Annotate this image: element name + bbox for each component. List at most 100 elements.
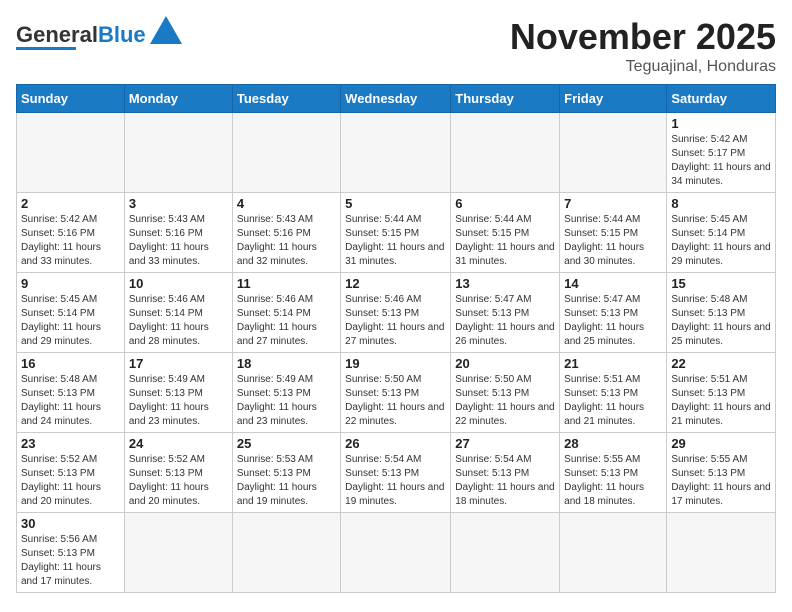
- day-info-18: Sunrise: 5:49 AMSunset: 5:13 PMDaylight:…: [237, 373, 336, 429]
- day-cell-29: 29 Sunrise: 5:55 AMSunset: 5:13 PMDayligh…: [667, 433, 776, 513]
- day-cell-10: 10 Sunrise: 5:46 AMSunset: 5:14 PMDayligh…: [124, 273, 232, 353]
- day-cell-27: 27 Sunrise: 5:54 AMSunset: 5:13 PMDayligh…: [451, 433, 560, 513]
- header-sunday: Sunday: [17, 85, 125, 113]
- header-tuesday: Tuesday: [232, 85, 340, 113]
- day-number-21: 21: [564, 356, 662, 371]
- day-cell-6: 6 Sunrise: 5:44 AMSunset: 5:15 PMDaylight…: [451, 193, 560, 273]
- calendar-row-5: 23Sunrise: 5:52 AMSunset: 5:13 PMDayligh…: [17, 433, 776, 513]
- header-monday: Monday: [124, 85, 232, 113]
- day-cell-11: 11Sunrise: 5:46 AMSunset: 5:14 PMDayligh…: [232, 273, 340, 353]
- day-info-10: Sunrise: 5:46 AMSunset: 5:14 PMDaylight:…: [129, 293, 228, 349]
- day-info-29: Sunrise: 5:55 AMSunset: 5:13 PMDaylight:…: [671, 453, 771, 509]
- day-cell-21: 21 Sunrise: 5:51 AMSunset: 5:13 PMDayligh…: [560, 353, 667, 433]
- day-number-16: 16: [21, 356, 120, 371]
- empty-cell: [17, 113, 125, 193]
- day-cell-24: 24Sunrise: 5:52 AMSunset: 5:13 PMDayligh…: [124, 433, 232, 513]
- day-info-4: Sunrise: 5:43 AMSunset: 5:16 PMDaylight:…: [237, 213, 336, 269]
- weekday-header-row: Sunday Monday Tuesday Wednesday Thursday…: [17, 85, 776, 113]
- empty-cell: [232, 113, 340, 193]
- day-cell-17: 17Sunrise: 5:49 AMSunset: 5:13 PMDayligh…: [124, 353, 232, 433]
- logo-underline: [16, 47, 76, 50]
- day-cell-5: 5Sunrise: 5:44 AMSunset: 5:15 PMDaylight…: [341, 193, 451, 273]
- day-number-14: 14: [564, 276, 662, 291]
- day-cell-30: 30 Sunrise: 5:56 AMSunset: 5:13 PMDayligh…: [17, 513, 125, 593]
- day-number-6: 6: [455, 196, 555, 211]
- day-number-24: 24: [129, 436, 228, 451]
- day-number-19: 19: [345, 356, 446, 371]
- day-cell-8: 8 Sunrise: 5:45 AMSunset: 5:14 PMDaylight…: [667, 193, 776, 273]
- day-number-26: 26: [345, 436, 446, 451]
- day-number-28: 28: [564, 436, 662, 451]
- calendar-table: Sunday Monday Tuesday Wednesday Thursday…: [16, 84, 776, 593]
- day-info-12: Sunrise: 5:46 AMSunset: 5:13 PMDaylight:…: [345, 293, 446, 349]
- day-cell-26: 26 Sunrise: 5:54 AMSunset: 5:13 PMDayligh…: [341, 433, 451, 513]
- empty-cell: [560, 513, 667, 593]
- day-info-21: Sunrise: 5:51 AMSunset: 5:13 PMDaylight:…: [564, 373, 662, 429]
- day-info-11: Sunrise: 5:46 AMSunset: 5:14 PMDaylight:…: [237, 293, 336, 349]
- day-info-2: Sunrise: 5:42 AMSunset: 5:16 PMDaylight:…: [21, 213, 120, 269]
- day-cell-3: 3Sunrise: 5:43 AMSunset: 5:16 PMDaylight…: [124, 193, 232, 273]
- day-number-30: 30: [21, 516, 120, 531]
- day-info-26: Sunrise: 5:54 AMSunset: 5:13 PMDaylight:…: [345, 453, 446, 509]
- day-info-22: Sunrise: 5:51 AMSunset: 5:13 PMDaylight:…: [671, 373, 771, 429]
- day-number-7: 7: [564, 196, 662, 211]
- day-cell-9: 9 Sunrise: 5:45 AMSunset: 5:14 PMDaylight…: [17, 273, 125, 353]
- day-info-30: Sunrise: 5:56 AMSunset: 5:13 PMDaylight:…: [21, 533, 120, 589]
- day-number-2: 2: [21, 196, 120, 211]
- location-title: Teguajinal, Honduras: [510, 58, 776, 76]
- day-info-16: Sunrise: 5:48 AMSunset: 5:13 PMDaylight:…: [21, 373, 120, 429]
- day-info-9: Sunrise: 5:45 AMSunset: 5:14 PMDaylight:…: [21, 293, 120, 349]
- day-cell-16: 16 Sunrise: 5:48 AMSunset: 5:13 PMDayligh…: [17, 353, 125, 433]
- day-cell-13: 13Sunrise: 5:47 AMSunset: 5:13 PMDayligh…: [451, 273, 560, 353]
- day-info-13: Sunrise: 5:47 AMSunset: 5:13 PMDaylight:…: [455, 293, 555, 349]
- calendar-row-1: 1 Sunrise: 5:42 AMSunset: 5:17 PMDaylight…: [17, 113, 776, 193]
- day-info-15: Sunrise: 5:48 AMSunset: 5:13 PMDaylight:…: [671, 293, 771, 349]
- header-saturday: Saturday: [667, 85, 776, 113]
- empty-cell: [341, 113, 451, 193]
- day-cell-2: 2 Sunrise: 5:42 AMSunset: 5:16 PMDaylight…: [17, 193, 125, 273]
- calendar-row-2: 2 Sunrise: 5:42 AMSunset: 5:16 PMDaylight…: [17, 193, 776, 273]
- day-cell-12: 12 Sunrise: 5:46 AMSunset: 5:13 PMDayligh…: [341, 273, 451, 353]
- empty-cell: [667, 513, 776, 593]
- day-number-22: 22: [671, 356, 771, 371]
- day-cell-28: 28Sunrise: 5:55 AMSunset: 5:13 PMDayligh…: [560, 433, 667, 513]
- day-cell-7: 7 Sunrise: 5:44 AMSunset: 5:15 PMDaylight…: [560, 193, 667, 273]
- day-cell-1: 1 Sunrise: 5:42 AMSunset: 5:17 PMDaylight…: [667, 113, 776, 193]
- day-info-20: Sunrise: 5:50 AMSunset: 5:13 PMDaylight:…: [455, 373, 555, 429]
- day-number-1: 1: [671, 116, 771, 131]
- day-info-6: Sunrise: 5:44 AMSunset: 5:15 PMDaylight:…: [455, 213, 555, 269]
- day-number-8: 8: [671, 196, 771, 211]
- day-number-12: 12: [345, 276, 446, 291]
- day-number-25: 25: [237, 436, 336, 451]
- day-cell-4: 4 Sunrise: 5:43 AMSunset: 5:16 PMDaylight…: [232, 193, 340, 273]
- logo-text: GeneralBlue: [16, 24, 146, 46]
- day-cell-23: 23Sunrise: 5:52 AMSunset: 5:13 PMDayligh…: [17, 433, 125, 513]
- day-number-4: 4: [237, 196, 336, 211]
- day-info-1: Sunrise: 5:42 AMSunset: 5:17 PMDaylight:…: [671, 133, 771, 189]
- empty-cell: [232, 513, 340, 593]
- day-number-5: 5: [345, 196, 446, 211]
- day-number-18: 18: [237, 356, 336, 371]
- day-number-3: 3: [129, 196, 228, 211]
- empty-cell: [341, 513, 451, 593]
- header-wednesday: Wednesday: [341, 85, 451, 113]
- page-header: GeneralBlue November 2025 Teguajinal, Ho…: [16, 16, 776, 76]
- day-number-9: 9: [21, 276, 120, 291]
- header-thursday: Thursday: [451, 85, 560, 113]
- day-cell-20: 20Sunrise: 5:50 AMSunset: 5:13 PMDayligh…: [451, 353, 560, 433]
- day-number-27: 27: [455, 436, 555, 451]
- calendar-row-4: 16 Sunrise: 5:48 AMSunset: 5:13 PMDayligh…: [17, 353, 776, 433]
- day-info-7: Sunrise: 5:44 AMSunset: 5:15 PMDaylight:…: [564, 213, 662, 269]
- day-number-29: 29: [671, 436, 771, 451]
- day-cell-15: 15Sunrise: 5:48 AMSunset: 5:13 PMDayligh…: [667, 273, 776, 353]
- day-cell-22: 22 Sunrise: 5:51 AMSunset: 5:13 PMDayligh…: [667, 353, 776, 433]
- day-number-10: 10: [129, 276, 228, 291]
- calendar-row-3: 9 Sunrise: 5:45 AMSunset: 5:14 PMDaylight…: [17, 273, 776, 353]
- empty-cell: [124, 113, 232, 193]
- day-number-23: 23: [21, 436, 120, 451]
- day-info-8: Sunrise: 5:45 AMSunset: 5:14 PMDaylight:…: [671, 213, 771, 269]
- logo: GeneralBlue: [16, 16, 182, 50]
- logo-triangle-icon: [150, 16, 182, 44]
- day-info-27: Sunrise: 5:54 AMSunset: 5:13 PMDaylight:…: [455, 453, 555, 509]
- empty-cell: [451, 513, 560, 593]
